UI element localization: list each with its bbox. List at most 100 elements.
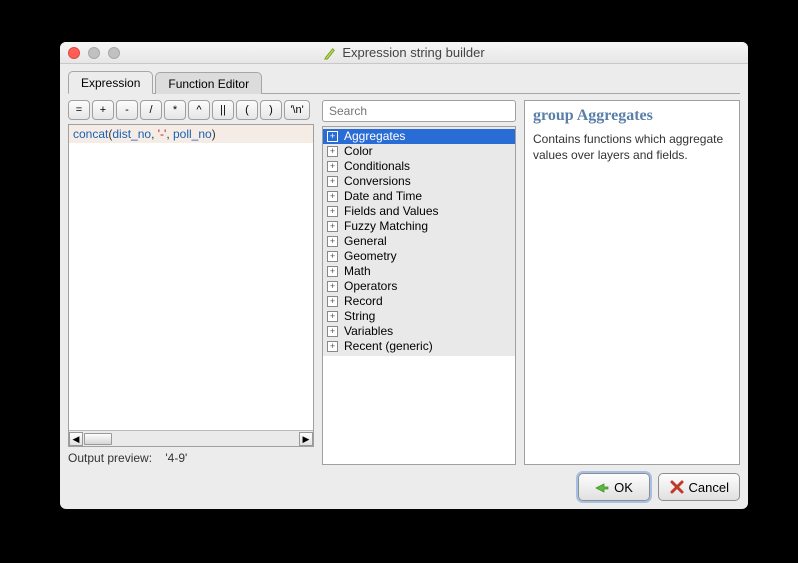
tree-item-label: Aggregates	[344, 129, 405, 144]
tree-item[interactable]: + General	[323, 234, 515, 249]
tab-label: Function Editor	[168, 77, 249, 91]
expand-icon[interactable]: +	[327, 281, 338, 292]
ok-label: OK	[614, 480, 633, 495]
tree-item[interactable]: + Conditionals	[323, 159, 515, 174]
maximize-icon[interactable]	[108, 47, 120, 59]
expression-content: concat(dist_no, '-', poll_no)	[69, 125, 313, 143]
expand-icon[interactable]: +	[327, 146, 338, 157]
scroll-thumb[interactable]	[84, 433, 112, 445]
tab-expression[interactable]: Expression	[68, 71, 153, 94]
op-newline-button[interactable]: '\n'	[284, 100, 310, 120]
operator-row: = + - / * ^ || ( ) '\n'	[68, 100, 314, 120]
cancel-icon	[669, 479, 685, 495]
expand-icon[interactable]: +	[327, 176, 338, 187]
titlebar: Expression string builder	[60, 42, 748, 64]
help-title: group Aggregates	[533, 107, 731, 125]
tree-item-label: Recent (generic)	[344, 339, 433, 354]
scroll-track[interactable]	[83, 432, 299, 446]
expand-icon[interactable]: +	[327, 251, 338, 262]
tree-item-label: Variables	[344, 324, 393, 339]
tree-item-label: Fields and Values	[344, 204, 439, 219]
tree-item-label: General	[344, 234, 387, 249]
expr-token-paren: )	[212, 127, 216, 141]
tree-item[interactable]: + Math	[323, 264, 515, 279]
tab-label: Expression	[81, 76, 140, 90]
expr-token-field: dist_no	[112, 127, 151, 141]
horizontal-scrollbar[interactable]: ◀ ▶	[69, 430, 313, 446]
tree-item[interactable]: + Geometry	[323, 249, 515, 264]
output-preview-value: '4-9'	[165, 451, 187, 465]
tree-item[interactable]: + Date and Time	[323, 189, 515, 204]
expr-token-fn: concat	[73, 127, 108, 141]
tree-item-label: Math	[344, 264, 371, 279]
expand-icon[interactable]: +	[327, 266, 338, 277]
dialog-body: Expression Function Editor = + - / * ^ |…	[60, 64, 748, 509]
minimize-icon[interactable]	[88, 47, 100, 59]
tree-item[interactable]: + Recent (generic)	[323, 339, 515, 354]
cancel-button[interactable]: Cancel	[658, 473, 740, 501]
expand-icon[interactable]: +	[327, 326, 338, 337]
tabs: Expression Function Editor	[68, 70, 740, 94]
output-preview: Output preview: '4-9'	[68, 451, 314, 465]
op-divide-button[interactable]: /	[140, 100, 162, 120]
expand-icon[interactable]: +	[327, 341, 338, 352]
tab-function-editor[interactable]: Function Editor	[155, 72, 262, 94]
expand-icon[interactable]: +	[327, 221, 338, 232]
tree-item-label: Color	[344, 144, 373, 159]
expand-icon[interactable]: +	[327, 191, 338, 202]
tree-item[interactable]: + Record	[323, 294, 515, 309]
column-right: group Aggregates Contains functions whic…	[524, 100, 740, 465]
expression-editor[interactable]: concat(dist_no, '-', poll_no) ◀ ▶	[68, 124, 314, 447]
tree-item[interactable]: + Fields and Values	[323, 204, 515, 219]
search-input[interactable]	[322, 100, 516, 122]
tree-item-label: Conversions	[344, 174, 411, 189]
function-tree[interactable]: + Aggregates + Color + Conditionals + Conversio…	[322, 126, 516, 465]
tree-item-label: Geometry	[344, 249, 397, 264]
op-plus-button[interactable]: +	[92, 100, 114, 120]
column-middle: + Aggregates + Color + Conditionals + Conversio…	[322, 100, 516, 465]
scroll-left-icon[interactable]: ◀	[69, 432, 83, 446]
dialog-window: Expression string builder Expression Fun…	[60, 42, 748, 509]
tree-item-label: Date and Time	[344, 189, 422, 204]
tree-item-label: String	[344, 309, 375, 324]
tree-item-label: Fuzzy Matching	[344, 219, 428, 234]
tree-item-label: Record	[344, 294, 383, 309]
expand-icon[interactable]: +	[327, 206, 338, 217]
expand-icon[interactable]: +	[327, 131, 338, 142]
tree-item[interactable]: + Aggregates	[323, 129, 515, 144]
button-row: OK Cancel	[68, 473, 740, 501]
tree-item[interactable]: + Conversions	[323, 174, 515, 189]
tree-item[interactable]: + Variables	[323, 324, 515, 339]
ok-icon	[594, 479, 610, 495]
app-icon	[323, 46, 337, 60]
op-rparen-button[interactable]: )	[260, 100, 282, 120]
op-equals-button[interactable]: =	[68, 100, 90, 120]
tree-item[interactable]: + Fuzzy Matching	[323, 219, 515, 234]
help-body: Contains functions which aggregate value…	[533, 131, 731, 163]
scroll-right-icon[interactable]: ▶	[299, 432, 313, 446]
output-preview-label: Output preview:	[68, 451, 152, 465]
help-panel: group Aggregates Contains functions whic…	[524, 100, 740, 465]
title-center: Expression string builder	[60, 45, 748, 60]
columns: = + - / * ^ || ( ) '\n' concat(dist_no, …	[68, 100, 740, 465]
expand-icon[interactable]: +	[327, 296, 338, 307]
window-title: Expression string builder	[342, 45, 484, 60]
op-concat-button[interactable]: ||	[212, 100, 234, 120]
tree-item[interactable]: + String	[323, 309, 515, 324]
expr-token-sep: ,	[151, 127, 158, 141]
column-left: = + - / * ^ || ( ) '\n' concat(dist_no, …	[68, 100, 314, 465]
op-multiply-button[interactable]: *	[164, 100, 186, 120]
expr-token-field: poll_no	[173, 127, 212, 141]
op-minus-button[interactable]: -	[116, 100, 138, 120]
expand-icon[interactable]: +	[327, 161, 338, 172]
close-icon[interactable]	[68, 47, 80, 59]
tree-item-label: Conditionals	[344, 159, 410, 174]
tree-item[interactable]: + Color	[323, 144, 515, 159]
ok-button[interactable]: OK	[578, 473, 650, 501]
expand-icon[interactable]: +	[327, 236, 338, 247]
tree-item[interactable]: +Operators	[323, 279, 515, 294]
op-power-button[interactable]: ^	[188, 100, 210, 120]
expand-icon[interactable]: +	[327, 311, 338, 322]
cancel-label: Cancel	[689, 480, 729, 495]
op-lparen-button[interactable]: (	[236, 100, 258, 120]
